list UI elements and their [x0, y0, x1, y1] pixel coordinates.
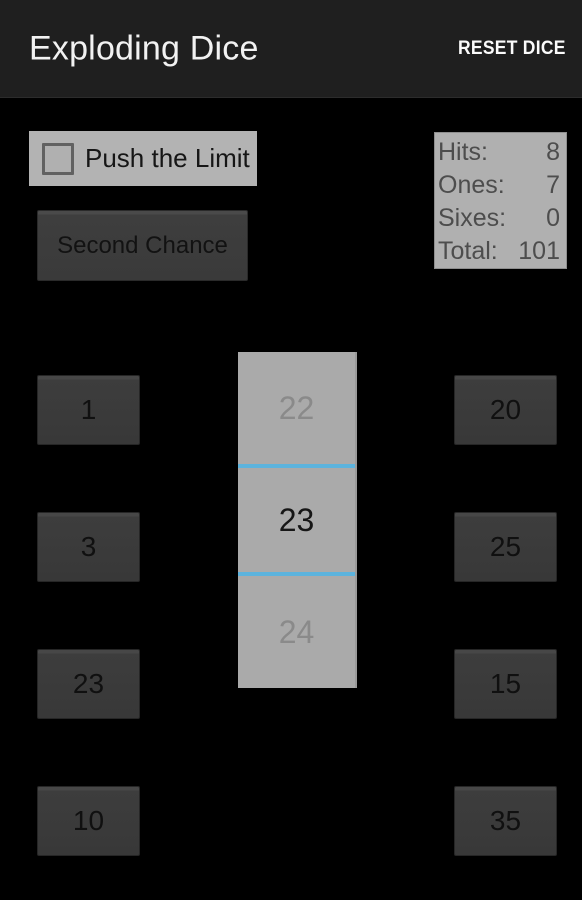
stat-value-ones: 7 [546, 171, 560, 199]
dice-value: 20 [489, 394, 522, 425]
dice-value: 15 [489, 668, 522, 699]
push-the-limit-checkbox-row[interactable]: Push the Limit [29, 131, 257, 186]
stat-row-ones: Ones: 7 [438, 169, 560, 202]
stat-value-sixes: 0 [546, 204, 560, 232]
stat-label-hits: Hits: [438, 138, 488, 166]
reset-dice-button[interactable]: RESET DICE [444, 0, 582, 98]
page-title: Exploding Dice [29, 29, 259, 67]
dice-button-right-1[interactable]: 20 [454, 375, 557, 445]
dice-value: 25 [489, 531, 522, 562]
stat-value-total: 101 [518, 237, 560, 265]
dice-count-number-picker[interactable]: 22 23 24 [238, 352, 357, 688]
dice-value: 10 [72, 805, 105, 836]
dice-button-left-3[interactable]: 23 [37, 649, 140, 719]
second-chance-label: Second Chance [57, 231, 228, 259]
dice-button-right-2[interactable]: 25 [454, 512, 557, 582]
stat-row-sixes: Sixes: 0 [438, 202, 560, 235]
main-content: Push the Limit Second Chance Hits: 8 One… [0, 98, 582, 900]
stat-label-total: Total: [438, 237, 498, 265]
reset-dice-label: RESET DICE [457, 38, 566, 59]
dice-value: 23 [72, 668, 105, 699]
number-picker-current-value[interactable]: 23 [238, 464, 355, 576]
dice-button-left-4[interactable]: 10 [37, 786, 140, 856]
checkbox-unchecked-icon[interactable] [42, 142, 74, 175]
push-the-limit-label: Push the Limit [85, 143, 250, 173]
dice-button-left-2[interactable]: 3 [37, 512, 140, 582]
stat-label-ones: Ones: [438, 171, 505, 199]
stats-panel: Hits: 8 Ones: 7 Sixes: 0 Total: 101 [434, 132, 567, 269]
number-picker-next-value[interactable]: 24 [238, 576, 355, 688]
stat-row-hits: Hits: 8 [438, 136, 560, 169]
dice-button-right-4[interactable]: 35 [454, 786, 557, 856]
dice-value: 3 [80, 531, 97, 562]
stat-label-sixes: Sixes: [438, 204, 507, 232]
action-bar: Exploding Dice RESET DICE [0, 0, 582, 98]
dice-button-left-1[interactable]: 1 [37, 375, 140, 445]
stat-row-total: Total: 101 [438, 235, 560, 268]
second-chance-button[interactable]: Second Chance [37, 210, 248, 281]
number-picker-previous-value[interactable]: 22 [238, 352, 355, 464]
dice-value: 1 [80, 394, 97, 425]
stat-value-hits: 8 [546, 138, 560, 166]
dice-value: 35 [489, 805, 522, 836]
dice-button-right-3[interactable]: 15 [454, 649, 557, 719]
